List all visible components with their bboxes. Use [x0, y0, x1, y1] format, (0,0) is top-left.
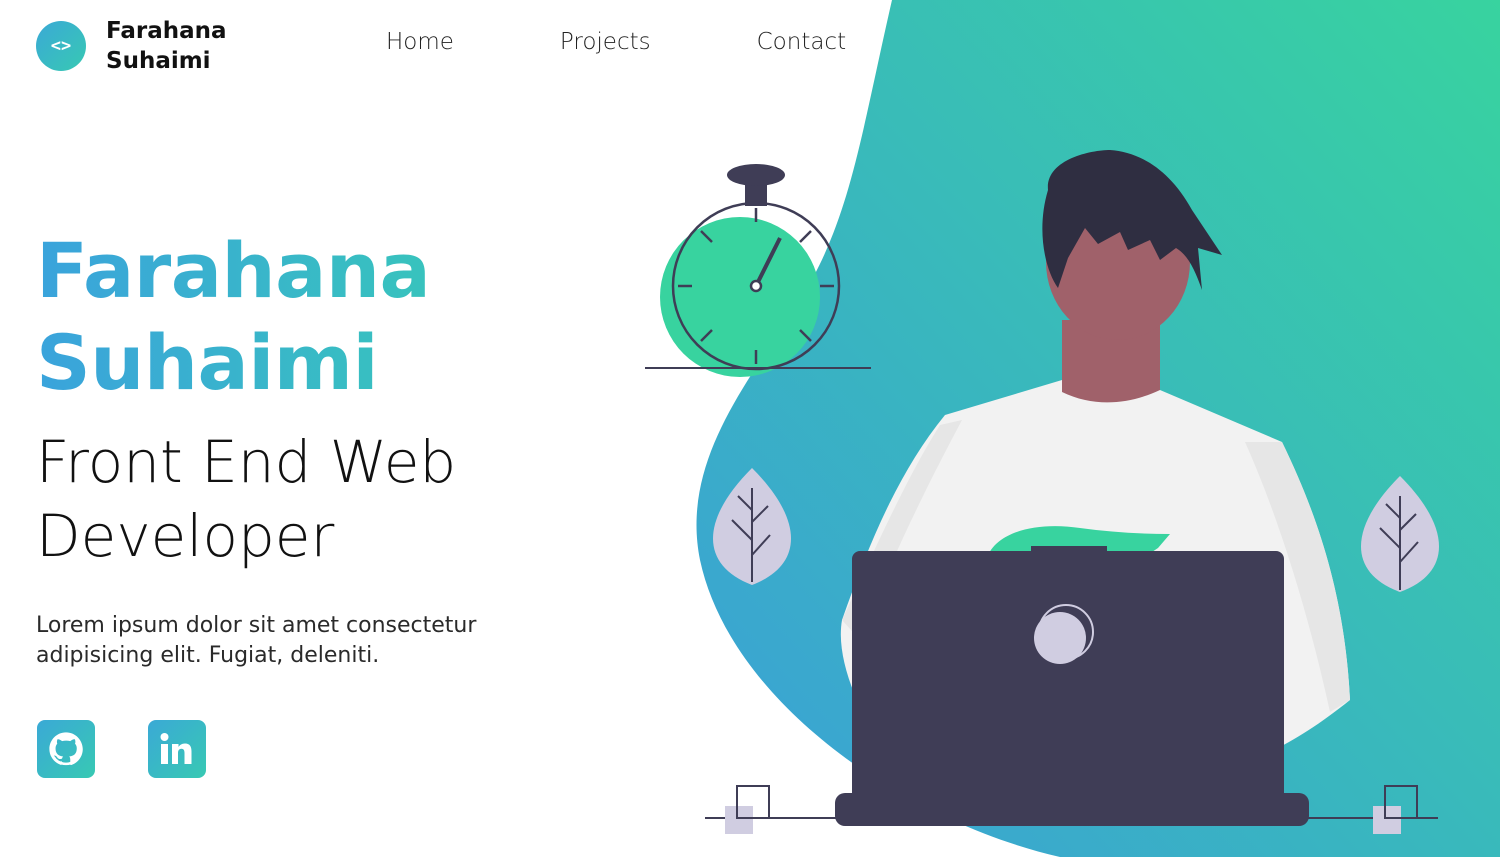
linkedin-icon — [160, 733, 192, 764]
hero-role-line2: Developer — [36, 502, 335, 570]
hero-description: Lorem ipsum dolor sit amet consectetur a… — [36, 611, 556, 671]
hero-description-line1: Lorem ipsum dolor sit amet consectetur — [36, 613, 477, 638]
laptop-icon — [835, 546, 1309, 826]
nav-link-projects[interactable]: Projects — [560, 24, 651, 60]
person-figure — [840, 150, 1350, 770]
nav-link-contact[interactable]: Contact — [757, 24, 846, 60]
github-icon — [49, 732, 83, 766]
hero-role-line1: Front End Web — [36, 428, 457, 496]
code-brackets-icon: <> — [36, 21, 86, 71]
stopwatch-icon — [645, 164, 871, 377]
brand-name-line1: Farahana — [106, 18, 227, 44]
hero-name-line1: Farahana — [36, 226, 431, 315]
main-nav: Home Projects Contact — [386, 24, 952, 60]
github-link[interactable] — [37, 720, 95, 778]
hero-name-line2: Suhaimi — [36, 318, 379, 407]
social-links — [37, 720, 206, 778]
linkedin-link[interactable] — [148, 720, 206, 778]
leaf-right-icon — [1361, 476, 1439, 592]
hero-role: Front End Web Developer — [36, 425, 596, 573]
nav-link-home[interactable]: Home — [386, 24, 454, 60]
hero-name: Farahana Suhaimi — [36, 225, 596, 409]
brand-logo[interactable]: <> Farahana Suhaimi — [36, 16, 227, 76]
brand-name: Farahana Suhaimi — [106, 16, 227, 76]
brand-name-line2: Suhaimi — [106, 48, 211, 74]
floor-decoration — [705, 785, 1438, 834]
leaf-left-icon — [713, 468, 791, 585]
hero-section: Farahana Suhaimi Front End Web Developer… — [36, 225, 596, 671]
hero-description-line2: adipisicing elit. Fugiat, deleniti. — [36, 643, 380, 668]
